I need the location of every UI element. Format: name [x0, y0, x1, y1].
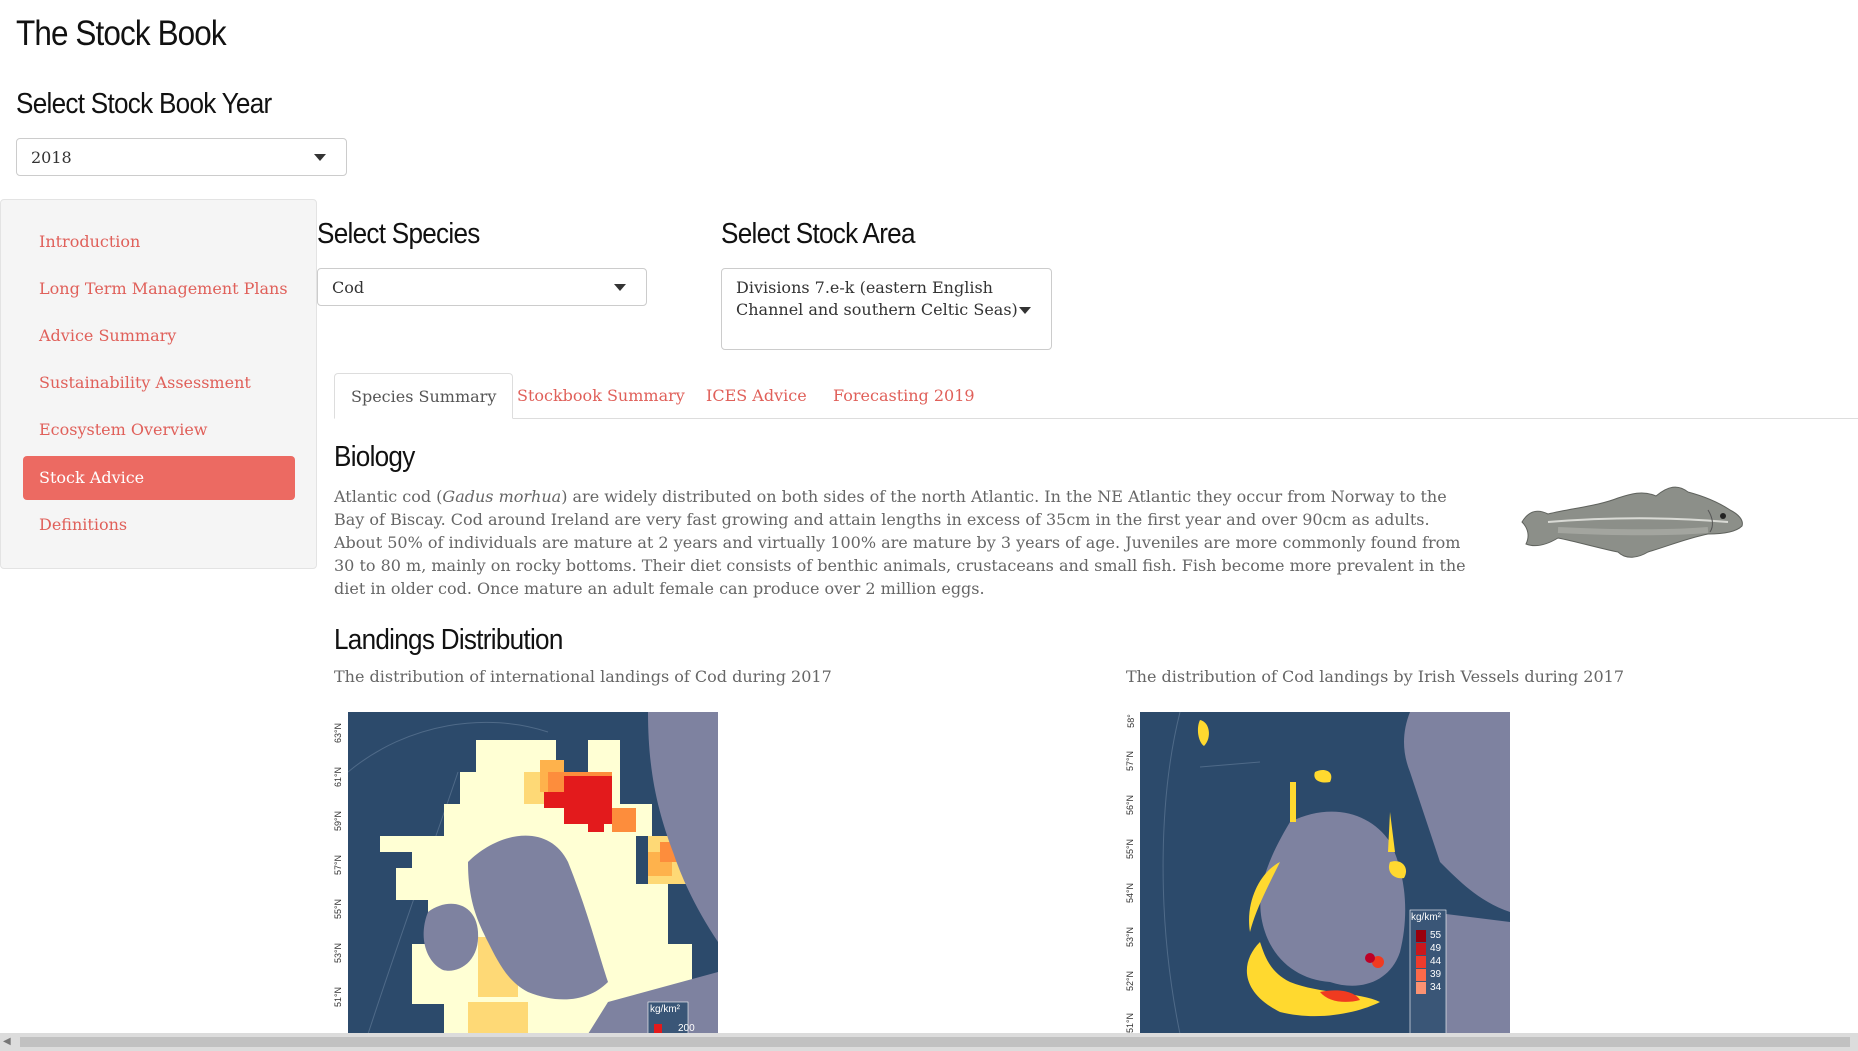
map1-lat-axis: 63°N 61°N 59°N 57°N 55°N 53°N 51°N [333, 722, 344, 1008]
international-landings-caption: The distribution of international landin… [334, 667, 832, 686]
cod-fish-image [1521, 486, 1743, 558]
map2-legend-title: kg/km² [1411, 912, 1441, 923]
international-landings-map: 63°N 61°N 59°N 57°N 55°N 53°N 51°N kg/km… [333, 712, 718, 1034]
year-select-value: 2018 [31, 148, 72, 167]
tab-stockbook-summary[interactable]: Stockbook Summary [501, 373, 701, 419]
map2-legend-value: 49 [1430, 943, 1442, 954]
chevron-down-icon [614, 284, 626, 291]
tab-forecasting-2019[interactable]: Forecasting 2019 [817, 373, 991, 419]
sidebar-item-long-term-management-plans[interactable]: Long Term Management Plans [23, 267, 295, 311]
map1-legend-title: kg/km² [650, 1004, 680, 1015]
map2-canvas [1140, 712, 1510, 1034]
irish-landings-caption: The distribution of Cod landings by Iris… [1126, 667, 1624, 686]
scroll-left-arrow-icon[interactable]: ◀ [3, 1036, 11, 1047]
stock-area-select-heading: Select Stock Area [721, 218, 916, 250]
sidebar-item-introduction[interactable]: Introduction [23, 220, 295, 264]
stock-area-select[interactable]: Divisions 7.e-k (eastern English Channel… [721, 268, 1052, 350]
map2-legend-value: 55 [1430, 930, 1442, 941]
landings-heading: Landings Distribution [334, 624, 563, 656]
map2-legend-value: 44 [1430, 956, 1442, 967]
year-select-heading: Select Stock Book Year [16, 88, 272, 120]
sidebar-item-advice-summary[interactable]: Advice Summary [23, 314, 295, 358]
tab-ices-advice[interactable]: ICES Advice [690, 373, 823, 419]
sidebar-item-sustainability-assessment[interactable]: Sustainability Assessment [23, 361, 295, 405]
scrollbar-thumb[interactable] [20, 1037, 1850, 1047]
sidebar-item-ecosystem-overview[interactable]: Ecosystem Overview [23, 408, 295, 452]
chevron-down-icon [1019, 307, 1031, 314]
species-select-value: Cod [332, 278, 365, 297]
map2-lat-axis: 58° 57°N 56°N 55°N 54°N 53°N 52°N 51°N [1125, 714, 1136, 1034]
year-select[interactable]: 2018 [16, 138, 347, 176]
stock-area-select-value: Divisions 7.e-k (eastern English Channel… [736, 278, 1018, 319]
irish-landings-map: 58° 57°N 56°N 55°N 54°N 53°N 52°N 51°N k… [1125, 712, 1510, 1034]
species-select-heading: Select Species [317, 218, 480, 250]
sidebar-item-definitions[interactable]: Definitions [23, 503, 295, 547]
app-title: The Stock Book [16, 14, 227, 53]
sidebar-nav: Introduction Long Term Management Plans … [0, 199, 317, 569]
map2-legend-value: 39 [1430, 969, 1442, 980]
horizontal-scrollbar[interactable]: ◀ [0, 1033, 1858, 1051]
species-select[interactable]: Cod [317, 268, 647, 306]
sidebar-item-stock-advice[interactable]: Stock Advice [23, 456, 295, 500]
map1-canvas [348, 712, 718, 1034]
chevron-down-icon [314, 154, 326, 161]
tab-species-summary[interactable]: Species Summary [334, 373, 514, 419]
biology-heading: Biology [334, 441, 415, 473]
biology-text: Atlantic cod (Gadus morhua) are widely d… [334, 487, 1466, 598]
map2-legend-value: 34 [1430, 982, 1442, 993]
